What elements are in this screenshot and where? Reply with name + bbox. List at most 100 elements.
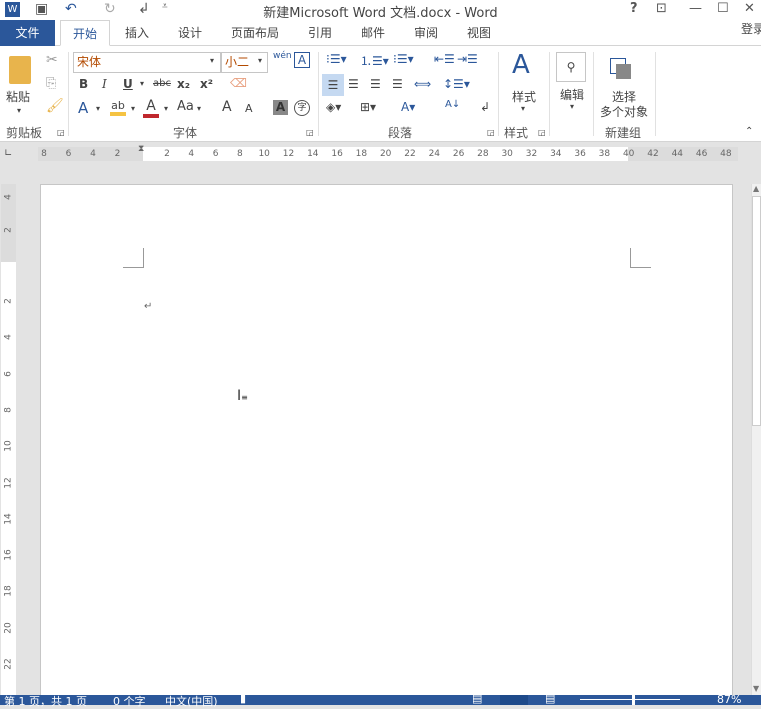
decrease-indent-icon[interactable]: ⇤☰ bbox=[434, 52, 455, 66]
cut-icon[interactable]: ✂ bbox=[46, 52, 58, 68]
align-center-icon[interactable]: ☰ bbox=[348, 77, 359, 91]
sign-in-link[interactable]: 登录 bbox=[738, 16, 761, 42]
vertical-scrollbar[interactable]: ▲ ▼ bbox=[751, 184, 761, 695]
bold-button[interactable]: B bbox=[79, 77, 88, 91]
find-binoculars-icon[interactable]: ⚲ bbox=[556, 52, 586, 82]
superscript-button[interactable]: x² bbox=[200, 77, 213, 91]
styles-icon[interactable]: A bbox=[512, 50, 530, 80]
align-right-icon[interactable]: ☰ bbox=[370, 77, 381, 91]
tab-selector-icon[interactable]: ∟ bbox=[4, 148, 12, 159]
enclose-char-button[interactable]: 字 bbox=[294, 100, 310, 116]
borders-icon[interactable]: ⊞▾ bbox=[360, 100, 376, 114]
font-color-dropdown-icon[interactable]: ▾ bbox=[164, 104, 168, 113]
grow-font-button[interactable]: A bbox=[222, 99, 232, 115]
chinese-layout-icon[interactable]: A▾ bbox=[401, 100, 415, 114]
ruler-label: 4 bbox=[188, 149, 195, 159]
italic-button[interactable]: I bbox=[102, 77, 107, 91]
justify-icon[interactable]: ☰ bbox=[392, 77, 403, 91]
highlight-button[interactable]: ab bbox=[110, 99, 126, 116]
tab-layout[interactable]: 页面布局 bbox=[225, 20, 285, 46]
paste-icon[interactable] bbox=[9, 56, 31, 84]
tab-view[interactable]: 视图 bbox=[459, 20, 499, 46]
font-name-input[interactable]: 宋体 bbox=[73, 52, 221, 73]
language[interactable]: 中文(中国) bbox=[165, 693, 218, 709]
web-layout-icon[interactable]: ▤ bbox=[545, 692, 555, 705]
font-name-dropdown-icon[interactable]: ▾ bbox=[210, 56, 214, 65]
ruler-label: 30 bbox=[501, 149, 513, 159]
paste-dropdown-icon[interactable]: ▾ bbox=[17, 106, 21, 115]
scroll-up-icon[interactable]: ▲ bbox=[753, 184, 759, 193]
ruler-label: 40 bbox=[622, 149, 635, 159]
distribute-icon[interactable]: ⟺ bbox=[414, 77, 431, 91]
char-border-button[interactable]: A bbox=[294, 52, 310, 68]
document-page[interactable]: ↵ I≡ bbox=[40, 184, 733, 704]
help-button[interactable]: ? bbox=[630, 1, 638, 16]
ruler-label: 32 bbox=[525, 149, 538, 159]
ribbon-display-button[interactable]: ⊡ bbox=[656, 1, 667, 16]
shrink-font-button[interactable]: A bbox=[245, 102, 253, 115]
scroll-down-icon[interactable]: ▼ bbox=[753, 684, 759, 693]
zoom-slider[interactable] bbox=[580, 699, 680, 700]
clear-formatting-icon[interactable]: ⌫ bbox=[230, 76, 247, 90]
word-count[interactable]: 0 个字 bbox=[113, 693, 146, 709]
text-effects-dropdown-icon[interactable]: ▾ bbox=[96, 104, 100, 113]
separator bbox=[318, 52, 319, 136]
shading-icon[interactable]: ◈▾ bbox=[326, 100, 341, 114]
editing-button[interactable]: 编辑 bbox=[560, 86, 584, 103]
sort-icon[interactable]: A↓ bbox=[445, 99, 460, 110]
tab-mailings[interactable]: 邮件 bbox=[353, 20, 393, 46]
text-effects-button[interactable]: A bbox=[78, 99, 88, 117]
read-mode-icon[interactable]: ▤ bbox=[472, 692, 482, 705]
underline-dropdown-icon[interactable]: ▾ bbox=[140, 79, 144, 88]
font-launcher-icon[interactable]: ◲ bbox=[306, 128, 314, 137]
tab-references[interactable]: 引用 bbox=[300, 20, 340, 46]
tab-insert[interactable]: 插入 bbox=[118, 20, 156, 46]
phonetic-guide-button[interactable]: wén bbox=[273, 51, 292, 61]
show-marks-icon[interactable]: ↲ bbox=[480, 100, 490, 114]
zoom-level[interactable]: 87% bbox=[717, 693, 741, 706]
strikethrough-button[interactable]: abc bbox=[153, 78, 171, 89]
maximize-button[interactable]: ☐ bbox=[717, 1, 729, 16]
zoom-slider-thumb[interactable] bbox=[632, 695, 635, 705]
tab-review[interactable]: 审阅 bbox=[406, 20, 446, 46]
change-case-dropdown-icon[interactable]: ▾ bbox=[197, 104, 201, 113]
change-case-button[interactable]: Aa bbox=[177, 99, 194, 114]
font-size-dropdown-icon[interactable]: ▾ bbox=[258, 56, 262, 65]
vertical-ruler[interactable]: 4 2 2 4 6 8 10 12 14 16 18 20 22 bbox=[1, 184, 16, 695]
styles-dropdown-icon[interactable]: ▾ bbox=[521, 104, 525, 113]
tab-design[interactable]: 设计 bbox=[170, 20, 210, 46]
select-objects-icon[interactable] bbox=[610, 58, 631, 79]
editing-dropdown-icon[interactable]: ▾ bbox=[570, 102, 574, 111]
char-shading-button[interactable]: A bbox=[273, 100, 288, 115]
close-button[interactable]: ✕ bbox=[744, 1, 755, 16]
numbering-icon[interactable]: ⒈☰▾ bbox=[360, 52, 389, 69]
font-color-button[interactable]: A bbox=[143, 98, 159, 118]
styles-button[interactable]: 样式 bbox=[512, 88, 536, 105]
bullets-icon[interactable]: ⁝☰▾ bbox=[326, 52, 347, 66]
scrollbar-thumb[interactable] bbox=[752, 196, 761, 426]
paste-button[interactable]: 粘贴 bbox=[6, 88, 30, 105]
indent-marker-icon[interactable]: ⧗ bbox=[138, 144, 144, 154]
copy-icon[interactable]: ⎘ bbox=[46, 76, 56, 91]
styles-launcher-icon[interactable]: ◲ bbox=[538, 128, 546, 137]
align-left-icon[interactable]: ☰ bbox=[322, 74, 344, 96]
macro-record-icon[interactable]: ▮ bbox=[240, 692, 246, 705]
line-spacing-icon[interactable]: ↕☰▾ bbox=[443, 77, 470, 91]
separator bbox=[68, 52, 69, 136]
horizontal-ruler[interactable]: ⧗ 8 6 4 2 2 4 6 8 10 12 14 16 18 20 22 24 26 28 30 32 34 36 38… bbox=[38, 144, 738, 161]
clipboard-launcher-icon[interactable]: ◲ bbox=[57, 128, 65, 137]
page-count[interactable]: 第 1 页，共 1 页 bbox=[4, 693, 87, 709]
multilevel-list-icon[interactable]: ⁝☰▾ bbox=[393, 52, 414, 66]
increase-indent-icon[interactable]: ⇥☰ bbox=[457, 52, 478, 66]
tab-home[interactable]: 开始 bbox=[60, 20, 110, 46]
highlight-dropdown-icon[interactable]: ▾ bbox=[131, 104, 135, 113]
tab-file[interactable]: 文件 bbox=[0, 20, 55, 46]
underline-button[interactable]: U bbox=[123, 77, 133, 91]
select-objects-label-2[interactable]: 多个对象 bbox=[600, 103, 648, 120]
format-painter-icon[interactable]: 🖌 bbox=[46, 98, 64, 114]
paragraph-launcher-icon[interactable]: ◲ bbox=[487, 128, 495, 137]
subscript-button[interactable]: x₂ bbox=[177, 77, 190, 91]
minimize-button[interactable]: — bbox=[689, 1, 702, 16]
print-layout-icon[interactable] bbox=[500, 695, 528, 705]
collapse-ribbon-icon[interactable]: ⌃ bbox=[745, 126, 753, 137]
